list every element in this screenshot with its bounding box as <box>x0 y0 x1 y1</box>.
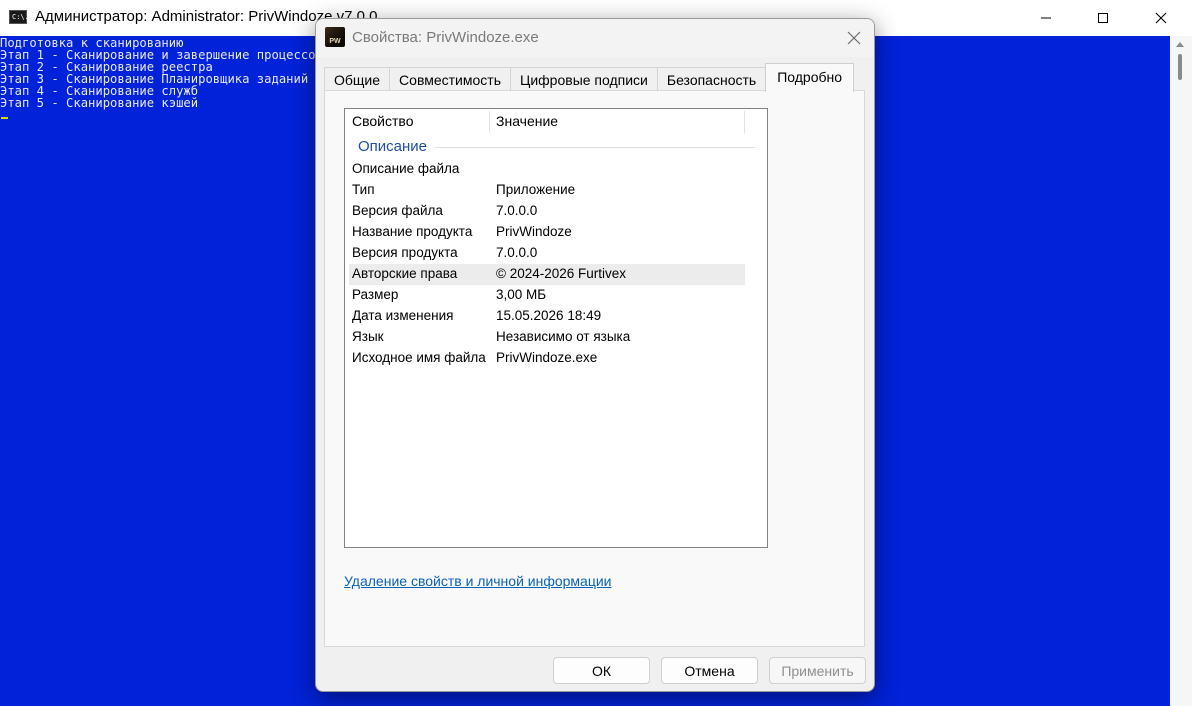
ok-button[interactable]: ОК <box>553 657 650 684</box>
console-text: Подготовка к сканированию Этап 1 - Скани… <box>0 37 323 109</box>
property-row[interactable]: Тип Приложение <box>349 180 745 201</box>
tab-general[interactable]: Общие <box>324 67 391 92</box>
property-name: Авторские права <box>352 266 458 281</box>
dialog-titlebar[interactable]: PW Свойства: PrivWindoze.exe <box>316 19 874 57</box>
property-name: Размер <box>352 287 399 302</box>
console-app-icon: C:\. <box>9 10 29 24</box>
close-icon <box>1155 12 1167 24</box>
property-value: 7.0.0.0 <box>496 203 538 218</box>
property-value: Независимо от языка <box>496 329 631 344</box>
property-row-selected[interactable]: Авторские права © 2024-2026 Furtivex <box>349 264 745 285</box>
property-row[interactable]: Дата изменения 15.05.2026 18:49 <box>349 306 745 327</box>
group-divider <box>435 147 755 148</box>
maximize-button[interactable] <box>1074 0 1132 36</box>
tab-details[interactable]: Подробно <box>765 63 855 92</box>
apply-button[interactable]: Применить <box>769 657 866 684</box>
tab-strip: Общие Совместимость Цифровые подписи Без… <box>324 63 855 92</box>
privwindoze-app-icon: PW <box>325 27 345 47</box>
list-header: Свойство Значение <box>345 109 767 135</box>
property-name: Исходное имя файла <box>352 350 486 365</box>
property-name: Тип <box>352 182 375 197</box>
property-name: Язык <box>352 329 384 344</box>
remove-properties-link[interactable]: Удаление свойств и личной информации <box>344 573 612 589</box>
console-line: Этап 5 - Сканирование кэшей <box>0 96 199 110</box>
property-value: © 2024-2026 Furtivex <box>496 266 627 281</box>
scroll-thumb[interactable] <box>1178 54 1182 80</box>
property-value: 3,00 МБ <box>496 287 547 302</box>
tab-security[interactable]: Безопасность <box>656 67 767 92</box>
property-row[interactable]: Размер 3,00 МБ <box>349 285 745 306</box>
properties-dialog: PW Свойства: PrivWindoze.exe Общие Совме… <box>315 18 875 692</box>
tab-digital-signatures[interactable]: Цифровые подписи <box>509 67 658 92</box>
details-panel: Свойство Значение Описание Описание файл… <box>324 90 865 647</box>
property-list[interactable]: Свойство Значение Описание Описание файл… <box>344 108 768 548</box>
property-row[interactable]: Язык Независимо от языка <box>349 327 745 348</box>
minimize-icon <box>1041 17 1051 19</box>
tab-compatibility[interactable]: Совместимость <box>389 67 511 92</box>
property-row[interactable]: Описание файла <box>349 159 745 180</box>
cancel-button[interactable]: Отмена <box>661 657 758 684</box>
scroll-up-arrow-icon[interactable] <box>1176 42 1184 47</box>
property-row[interactable]: Версия продукта 7.0.0.0 <box>349 243 745 264</box>
minimize-button[interactable] <box>1017 0 1075 36</box>
console-scrollbar[interactable] <box>1170 36 1192 706</box>
property-row[interactable]: Название продукта PrivWindoze <box>349 222 745 243</box>
console-cursor <box>1 117 8 119</box>
column-header-property[interactable]: Свойство <box>352 113 413 129</box>
dialog-title: Свойства: PrivWindoze.exe <box>352 29 539 46</box>
column-header-value[interactable]: Значение <box>496 113 558 129</box>
property-value: 7.0.0.0 <box>496 245 538 260</box>
property-row[interactable]: Версия файла 7.0.0.0 <box>349 201 745 222</box>
property-name: Описание файла <box>352 161 460 176</box>
property-name: Название продукта <box>352 224 473 239</box>
maximize-icon <box>1098 13 1108 23</box>
column-separator[interactable] <box>744 111 745 133</box>
property-value: 15.05.2026 18:49 <box>496 308 602 323</box>
close-icon <box>847 31 861 45</box>
dialog-close-button[interactable] <box>840 25 868 51</box>
property-name: Дата изменения <box>352 308 454 323</box>
console-close-button[interactable] <box>1132 0 1190 36</box>
property-row[interactable]: Исходное имя файла PrivWindoze.exe <box>349 348 745 369</box>
column-separator[interactable] <box>489 111 490 133</box>
property-value: PrivWindoze.exe <box>496 350 598 365</box>
property-value: PrivWindoze <box>496 224 572 239</box>
property-name: Версия файла <box>352 203 443 218</box>
property-value: Приложение <box>496 182 576 197</box>
property-name: Версия продукта <box>352 245 458 260</box>
group-description-label: Описание <box>358 138 428 155</box>
